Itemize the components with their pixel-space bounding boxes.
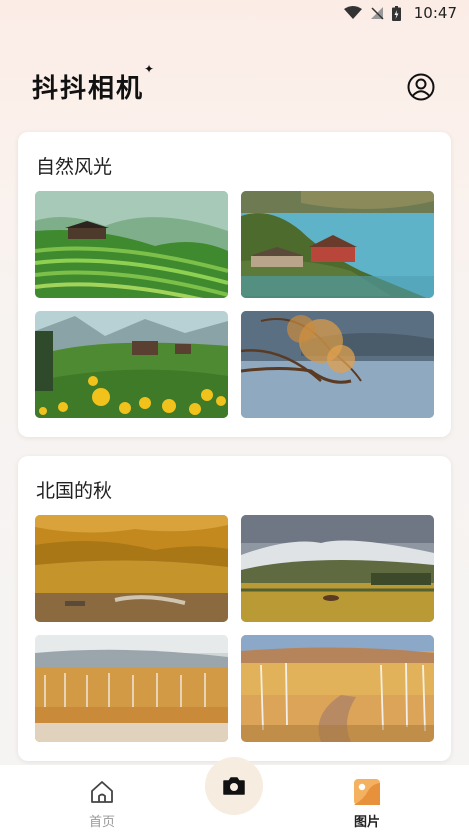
photo-meadow-flowers[interactable]: [35, 311, 228, 418]
status-bar: 10:47: [0, 0, 469, 28]
nav-pictures[interactable]: 图片: [337, 779, 397, 830]
app-title-text: 抖抖相机: [32, 74, 145, 104]
camera-button[interactable]: [205, 757, 263, 815]
section-title: 北国的秋: [36, 480, 113, 502]
user-profile-icon[interactable]: [407, 73, 435, 101]
section-card-nature: 自然风光: [18, 132, 451, 437]
home-icon: [91, 781, 113, 803]
nav-home-label: 首页: [88, 815, 115, 830]
section-title: 自然风光: [36, 156, 113, 178]
pictures-icon: [354, 779, 380, 805]
photo-autumn-forest[interactable]: [35, 515, 228, 622]
battery-icon: [392, 5, 401, 21]
photo-lakeside-village[interactable]: [241, 191, 434, 298]
section-card-autumn: 北国的秋: [18, 456, 451, 761]
wifi-icon: [344, 6, 362, 19]
photo-tree-in-lake[interactable]: [241, 311, 434, 418]
nav-home[interactable]: 首页: [72, 779, 132, 830]
photo-autumn-birch-road[interactable]: [241, 635, 434, 742]
app-title: 抖抖相机 ✦: [32, 62, 154, 105]
photo-autumn-birch-lake[interactable]: [35, 635, 228, 742]
status-time: 10:47: [413, 4, 457, 22]
sparkle-icon: ✦: [143, 62, 157, 76]
no-signal-icon: [371, 7, 384, 20]
nav-pictures-label: 图片: [353, 815, 380, 830]
photo-autumn-mountain[interactable]: [241, 515, 434, 622]
status-icons: [344, 5, 401, 21]
photo-terraced-fields[interactable]: [35, 191, 228, 298]
camera-icon: [223, 777, 245, 795]
